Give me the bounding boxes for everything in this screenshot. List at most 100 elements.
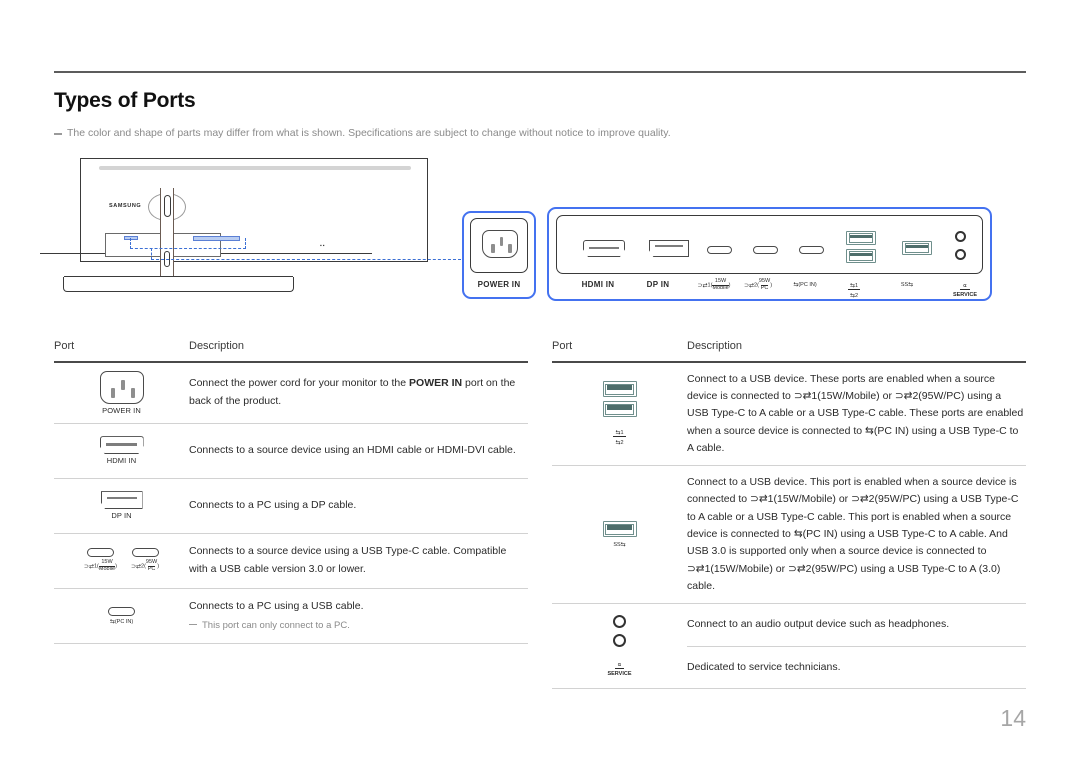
power-in-callout-inner (470, 218, 528, 273)
ports-table-left: Port Description POWER IN Connect the po… (54, 340, 528, 644)
port-caption: ⊃⇄1(15W Mobile) (83, 559, 117, 573)
table-row: DP IN Connects to a PC using a DP cable. (54, 479, 528, 533)
service-jack-icon (955, 249, 966, 260)
column-header-port: Port (54, 340, 75, 352)
diagram-label-typec-pcin: ⇆(PC IN) (793, 281, 817, 288)
description-cell: Connects to a source device using an HDM… (189, 443, 516, 456)
callout-leader-2 (130, 248, 246, 249)
ports-table-right: Port Description ⇆1 ⇆2 Connect to a USB … (552, 340, 1026, 689)
top-note-text: The color and shape of parts may differ … (67, 127, 671, 139)
table-row-rule (54, 642, 528, 644)
headphone-glyph-icon: ⍺ (960, 283, 970, 290)
power-port-highlight (124, 236, 138, 240)
displayport-icon (100, 491, 143, 510)
iec-power-connector-icon (99, 370, 144, 404)
callout-leader-5 (151, 259, 461, 260)
usb-a-port-1-icon (602, 381, 637, 398)
table-header-row: Port Description (552, 340, 1026, 361)
samsung-logo: SAMSUNG (109, 203, 142, 209)
column-header-description: Description (687, 340, 743, 352)
port-cell: HDMI IN (54, 436, 189, 465)
usb-c-glyph-icon: ⊃⇄ (697, 282, 708, 289)
table-header-row: Port Description (54, 340, 528, 361)
description-cell: Connect to a USB device. These ports are… (687, 372, 1024, 454)
hdmi-port-icon (583, 240, 625, 257)
headphone-jack-icon (613, 615, 626, 629)
usb-c-glyph-icon: ⊃⇄ (83, 564, 94, 571)
table-row: ⇆1 ⇆2 Connect to a USB device. These por… (552, 363, 1026, 466)
service-jack-icon (613, 634, 626, 648)
port-cell: DP IN (54, 491, 189, 520)
iec-power-connector-icon (482, 230, 518, 258)
monitor-stand-base (63, 276, 294, 292)
port-cell: ⇆(PC IN) (54, 606, 189, 625)
usb-c-glyph-icon: ⊃⇄ (743, 282, 754, 289)
description-cell: Connect to an audio output device such a… (687, 618, 950, 631)
diagram-label-usb-double: ⇆1 ⇆2 (847, 283, 861, 299)
port-caption: ⇆(PC IN) (109, 618, 134, 625)
diagram-label-hdmi: HDMI IN (581, 280, 615, 289)
header-divider (54, 71, 1026, 73)
document-page: Types of Ports The color and shape of pa… (0, 0, 1080, 763)
page-number: 14 (1000, 705, 1026, 731)
cable-slot-top-icon (163, 195, 171, 217)
description-cell: Connects to a source device using a USB … (189, 545, 507, 575)
usb-a-port-1-icon (846, 231, 876, 245)
port-caption: ⇆1 (613, 430, 626, 438)
port-caption: SERVICE (607, 671, 632, 678)
port-caption: DP IN (111, 511, 132, 521)
usb-a-port-2-icon (602, 401, 637, 418)
port-caption: HDMI IN (106, 456, 137, 466)
diagram-label-usb-superspeed: SS⇆ (900, 281, 914, 288)
table-row: HDMI IN Connects to a source device usin… (54, 424, 528, 478)
table-row: SS⇆ Connect to a USB device. This port i… (552, 466, 1026, 603)
port-caption: ⇆2 (615, 440, 624, 447)
diagram-label-service: ⍺ SERVICE (952, 283, 978, 298)
usb-type-c-1-icon (707, 246, 732, 254)
column-header-port: Port (552, 340, 573, 352)
hdmi-port-icon (99, 436, 144, 455)
port-cell: POWER IN (54, 370, 189, 415)
description-cell: Dedicated to service technicians. (687, 660, 841, 673)
headphone-jack-icon (955, 231, 966, 242)
usb-glyph-icon: ⇆ (620, 542, 626, 549)
power-in-callout-label: POWER IN (477, 280, 521, 289)
description-sub-note: This port can only connect to a PC. (189, 618, 526, 634)
desc-pre: Connect the power cord for your monitor … (189, 377, 410, 390)
table-row: ⇆(PC IN) Connects to a PC using a USB ca… (54, 589, 528, 643)
port-cell: SS⇆ (552, 521, 687, 548)
port-caption: SS⇆ (613, 542, 626, 549)
table-row: POWER IN Connect the power cord for your… (54, 363, 528, 423)
headphone-glyph-icon: ⍺ (614, 662, 625, 670)
port-cell: ⍺ SERVICE (552, 604, 687, 688)
usb-a-superspeed-icon (602, 521, 637, 538)
description-cell: Connect to a USB device. This port is en… (687, 476, 1019, 593)
port-caption: ⊃⇄2(95W PC) (130, 559, 160, 573)
page-title: Types of Ports (54, 89, 196, 112)
usb-type-c-pc-in-icon (799, 246, 824, 254)
usb-glyph-icon: ⇆ (908, 282, 914, 288)
column-header-description: Description (189, 340, 245, 352)
note-dash-icon (189, 623, 197, 626)
top-note: The color and shape of parts may differ … (54, 127, 671, 139)
usb-c-glyph-icon: ⊃⇄ (130, 564, 141, 571)
desc-text: Connects to a PC using a USB cable. (189, 599, 364, 612)
description-cell: Connects to a PC using a USB cable. This… (189, 598, 528, 634)
monitor-top-strip (99, 166, 411, 170)
port-cell: ⇆1 ⇆2 (552, 381, 687, 446)
ports-callout-inner (556, 215, 983, 274)
usb-type-c-1-icon (86, 548, 114, 558)
sub-note-text: This port can only connect to a PC. (202, 619, 350, 631)
displayport-icon (649, 240, 689, 257)
usb-a-superspeed-icon (902, 241, 932, 255)
usb-type-c-2-icon (753, 246, 778, 254)
usb-type-c-pc-in-icon (108, 606, 135, 616)
usb-type-c-2-icon (131, 548, 159, 558)
table-row: ⊃⇄1(15W Mobile) ⊃⇄2(95W PC) Connects to a … (54, 534, 528, 588)
usb-a-port-2-icon (846, 249, 876, 263)
vent-marks-icon: ▪▪ (320, 243, 326, 249)
description-cell: Connect the power cord for your monitor … (189, 375, 528, 410)
diagram-label-dp: DP IN (646, 280, 670, 289)
note-dash-icon (54, 133, 62, 135)
description-cell: Connects to a PC using a DP cable. (189, 498, 357, 511)
